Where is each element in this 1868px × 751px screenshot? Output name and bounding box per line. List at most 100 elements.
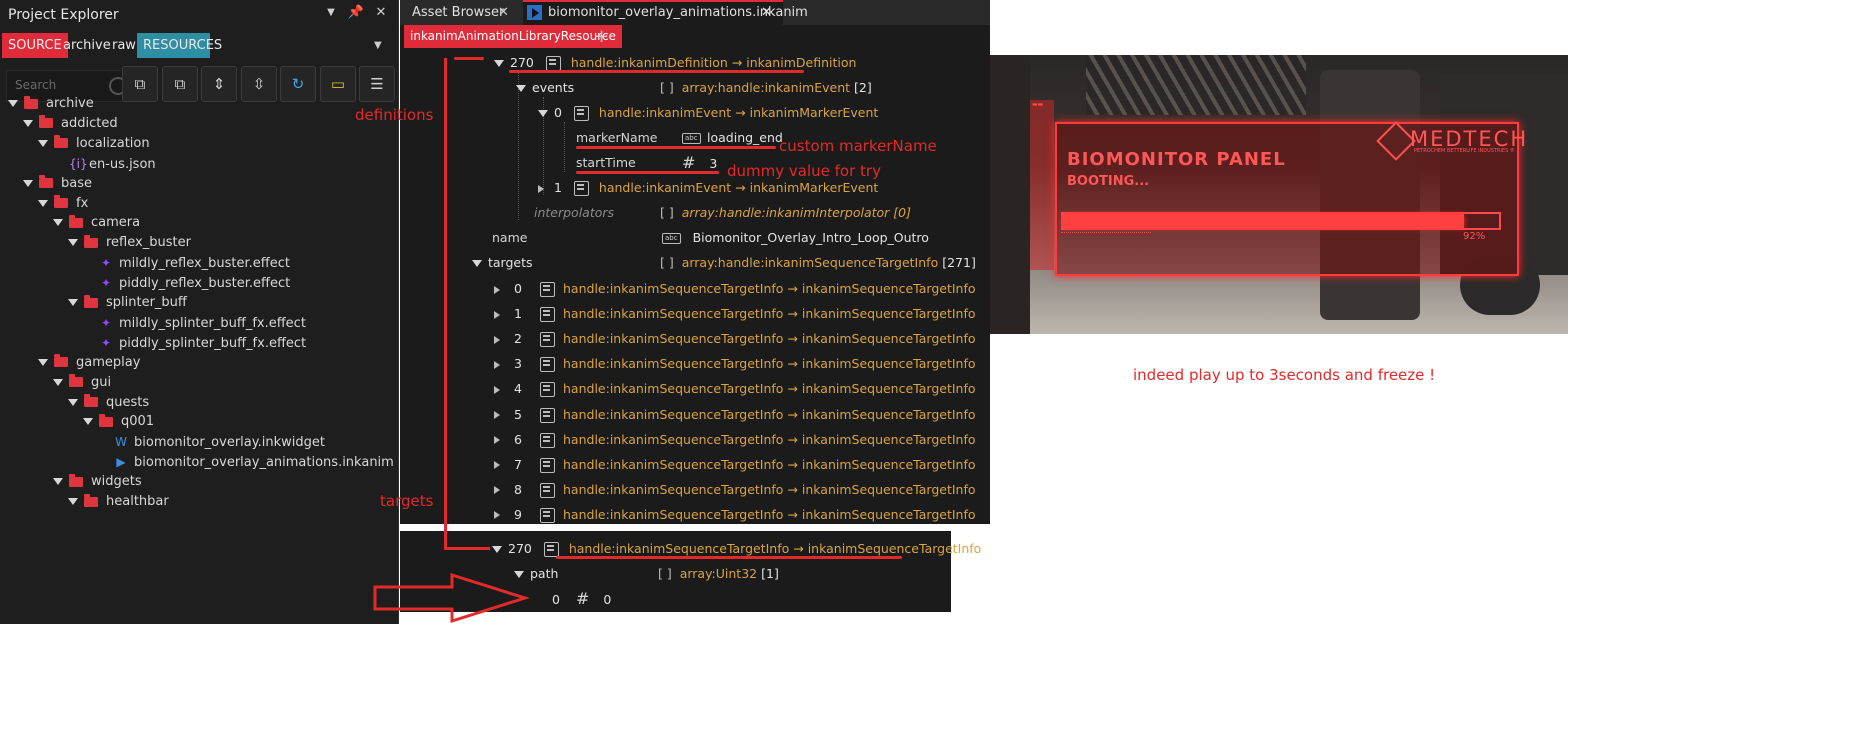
tree-item[interactable]: ✦ piddly_splinter_buff_fx.effect — [83, 332, 306, 354]
tree-item[interactable]: reflex_buster — [68, 232, 191, 254]
play-icon — [532, 8, 539, 18]
target-row[interactable]: 5 handle:inkanimSequenceTargetInfo → inka… — [494, 402, 976, 427]
expand-arrow-icon[interactable] — [494, 385, 500, 394]
add-tab-icon[interactable]: + — [594, 25, 609, 48]
annotation-definitions: definitions — [355, 106, 434, 124]
tree-item[interactable]: addicted — [23, 113, 118, 135]
target-row[interactable]: 1 handle:inkanimSequenceTargetInfo → inka… — [494, 301, 976, 326]
row-value: handle:inkanimEvent → inkanimMarkerEvent — [598, 180, 879, 195]
target-row[interactable]: 8 handle:inkanimSequenceTargetInfo → inka… — [494, 477, 976, 502]
folder-icon — [54, 135, 68, 149]
target-row[interactable]: 2 handle:inkanimSequenceTargetInfo → inka… — [494, 326, 976, 351]
events-value: [ ] array:handle:inkanimEvent [2] — [660, 80, 872, 95]
expand-arrow-icon[interactable] — [23, 119, 33, 127]
expand-arrow-icon[interactable] — [494, 486, 500, 495]
tree-item[interactable]: widgets — [53, 471, 142, 493]
refresh-icon[interactable]: ↻ — [280, 66, 316, 102]
panel-title: Project Explorer — [8, 7, 119, 23]
expand-arrow-icon[interactable] — [23, 179, 33, 187]
expand-arrow-icon[interactable] — [8, 100, 18, 107]
tree-item[interactable]: ✦ mildly_reflex_buster.effect — [83, 252, 290, 274]
event-0-row[interactable]: 0 handle:inkanimEvent → inkanimMarkerEve… — [538, 100, 878, 125]
expand-children-icon[interactable]: ⇕ — [201, 66, 237, 102]
tree-item[interactable]: splinter_buff — [68, 292, 187, 314]
tree-item[interactable]: archive — [8, 93, 94, 115]
target-row[interactable]: 0 handle:inkanimSequenceTargetInfo → inka… — [494, 276, 976, 301]
filter-tab-resources[interactable]: RESOURCES — [137, 33, 222, 58]
project-explorer-panel: Project Explorer ▼ 📌 ✕ SOURCE archive ra… — [0, 0, 399, 624]
tree-item[interactable]: camera — [53, 212, 140, 234]
tree-item[interactable]: ✦ mildly_splinter_buff_fx.effect — [83, 312, 306, 334]
menu-icon[interactable]: ☰ — [359, 66, 395, 102]
tree-item[interactable]: localization — [38, 133, 150, 155]
pin-icon[interactable]: 📌 — [347, 4, 365, 22]
row-key: targets — [488, 255, 533, 270]
expand-arrow-icon[interactable] — [494, 411, 500, 419]
annotation-dash — [454, 57, 484, 60]
tree-item[interactable]: fx — [38, 193, 88, 215]
target-row[interactable]: 7 handle:inkanimSequenceTargetInfo → inka… — [494, 452, 976, 477]
tree-item-label: quests — [106, 394, 150, 410]
annotation-dummy: dummy value for try — [727, 162, 881, 180]
tab-asset-browser[interactable]: Asset Browser — [412, 0, 504, 25]
expand-arrow-icon[interactable] — [494, 285, 500, 294]
tree-item[interactable]: q001 — [83, 411, 154, 433]
chevron-down-icon[interactable]: ▼ — [374, 33, 382, 58]
expand-all-icon[interactable]: ⧉ — [122, 66, 158, 102]
expand-arrow-icon[interactable] — [68, 398, 78, 406]
expand-arrow-icon[interactable] — [38, 358, 48, 366]
folder-eye-icon[interactable]: ▭ — [320, 66, 356, 102]
annotation-arrow — [373, 572, 530, 624]
collapse-children-icon[interactable]: ⇳ — [241, 66, 277, 102]
row-value: handle:inkanimSequenceTargetInfo → inkan… — [563, 356, 976, 372]
tree-item[interactable]: ▶ biomonitor_overlay_animations.inkanim — [98, 451, 393, 473]
close-icon[interactable]: ✕ — [372, 4, 390, 22]
path-item-row[interactable]: 0 # 0 — [552, 586, 611, 611]
expand-arrow-icon[interactable] — [494, 360, 500, 369]
expand-arrow-icon[interactable] — [53, 478, 63, 486]
tree-item[interactable]: {i}en-us.json — [53, 153, 156, 175]
target-row[interactable]: 3 handle:inkanimSequenceTargetInfo → inka… — [494, 351, 976, 376]
expand-arrow-icon[interactable] — [68, 498, 78, 505]
interpolators-key[interactable]: interpolators — [534, 200, 614, 225]
events-row[interactable]: events — [516, 75, 574, 100]
expand-arrow-icon[interactable] — [53, 378, 63, 386]
expand-arrow-icon[interactable] — [38, 199, 48, 207]
expand-arrow-icon[interactable] — [494, 461, 500, 470]
annotation-connector — [444, 58, 447, 550]
tree-item[interactable]: quests — [68, 392, 149, 414]
folder-icon — [99, 413, 113, 427]
targets-row[interactable]: targets — [472, 250, 533, 275]
tree-item[interactable]: base — [23, 173, 92, 195]
tree-item[interactable]: gui — [53, 372, 111, 394]
folder-icon — [84, 493, 98, 507]
tree-item-label: splinter_buff — [106, 295, 187, 310]
expand-arrow-icon[interactable] — [494, 335, 500, 344]
handle-icon — [573, 106, 589, 121]
row-index: 1 — [554, 180, 562, 195]
tree-item[interactable]: gameplay — [38, 352, 140, 374]
tree-item[interactable]: ✦ piddly_reflex_buster.effect — [83, 272, 290, 294]
target-row[interactable]: 4 handle:inkanimSequenceTargetInfo → inka… — [494, 376, 976, 401]
tree-item[interactable]: healthbar — [68, 491, 169, 513]
expand-arrow-icon[interactable] — [494, 511, 500, 520]
name-value[interactable]: abc Biomonitor_Overlay_Intro_Loop_Outro — [662, 225, 929, 250]
close-icon[interactable]: ✕ — [498, 0, 509, 25]
expand-arrow-icon[interactable] — [53, 219, 63, 227]
collapse-all-icon[interactable]: ⧉ — [162, 66, 198, 102]
expand-arrow-icon[interactable] — [494, 310, 500, 319]
expand-arrow-icon[interactable] — [494, 436, 500, 445]
expand-arrow-icon[interactable] — [83, 418, 93, 426]
target-row[interactable]: 9 handle:inkanimSequenceTargetInfo → inka… — [494, 502, 976, 527]
expand-arrow-icon[interactable] — [38, 139, 48, 147]
expand-arrow-icon[interactable] — [68, 299, 78, 306]
tab-inkanim[interactable]: biomonitor_overlay_animations.inkanim ✕ — [523, 0, 808, 25]
annotation-underline — [576, 146, 776, 149]
expand-arrow-icon[interactable] — [68, 239, 78, 247]
annotation-freeze: indeed play up to 3seconds and freeze ! — [1133, 366, 1436, 384]
tab-resource[interactable]: inkanimAnimationLibraryResource — [404, 25, 622, 48]
target-row[interactable]: 6 handle:inkanimSequenceTargetInfo → inka… — [494, 427, 976, 452]
dropdown-icon[interactable]: ▼ — [322, 4, 340, 22]
close-icon[interactable]: ✕ — [761, 0, 772, 25]
tree-item[interactable]: Wbiomonitor_overlay.inkwidget — [98, 431, 325, 453]
